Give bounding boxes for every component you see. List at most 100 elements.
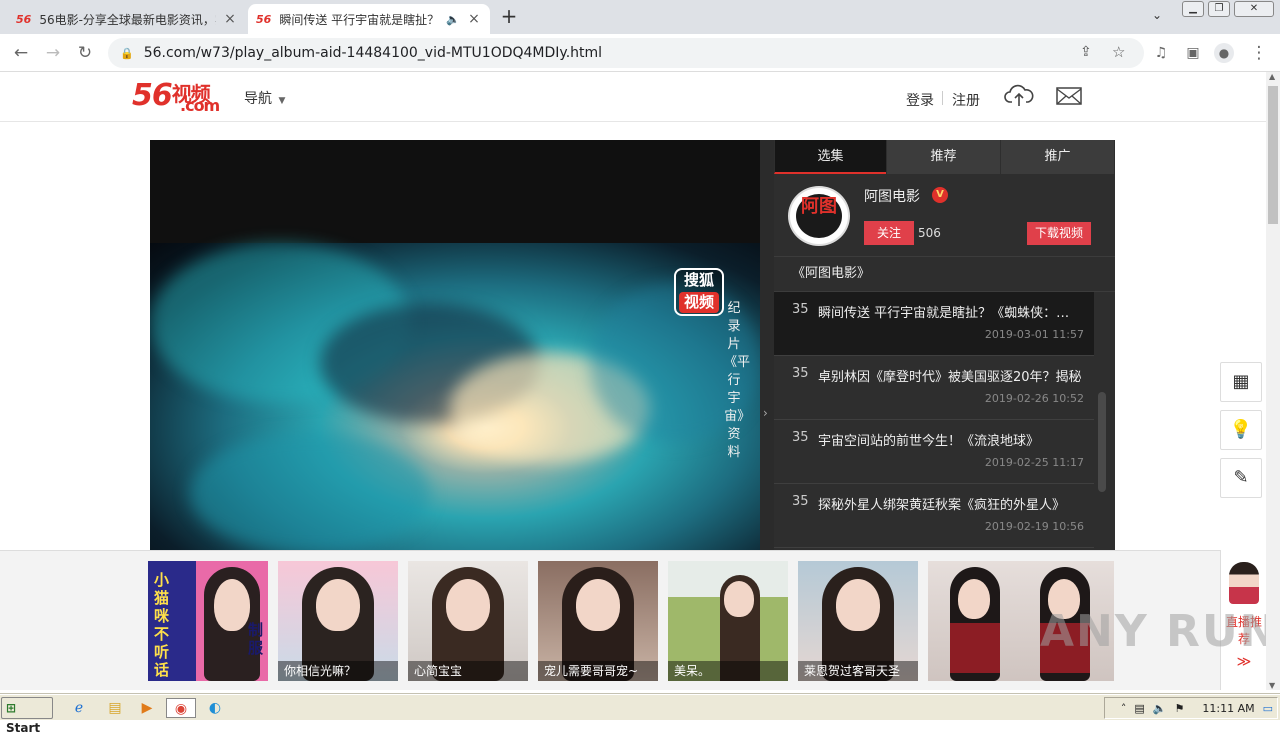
episode-item[interactable]: 35 卓别林因《摩登时代》被美国驱逐20年？揭秘 2019-02-26 10:5… — [774, 356, 1094, 420]
ad-tile[interactable]: 心简宝宝 — [408, 561, 528, 681]
ad-caption: 莱恩贺过客哥天圣 — [798, 661, 918, 681]
tray-expand-icon[interactable]: ˄ — [1121, 702, 1127, 715]
episode-title: 探秘外星人绑架黄廷秋案《疯狂的外星人》 — [818, 498, 1066, 513]
windows-logo-icon: ⊞ — [6, 701, 17, 715]
minimize-icon[interactable]: ▁ — [1182, 1, 1204, 17]
speaker-icon[interactable]: 🔈 — [446, 13, 460, 26]
browser-tab-active[interactable]: 56 瞬间传送 平行宇宙就是瞎扯？ 🔈 × — [248, 4, 490, 34]
scrollbar-thumb[interactable] — [1268, 86, 1278, 224]
media-player-icon[interactable]: ▶ — [136, 698, 158, 718]
volume-icon[interactable]: 🔈 — [1153, 702, 1167, 715]
restore-icon[interactable]: ❐ — [1208, 1, 1230, 17]
follow-button[interactable]: 关注 — [864, 221, 914, 245]
scroll-down-icon[interactable]: ▼ — [1269, 681, 1275, 690]
show-desktop-icon[interactable]: ▭ — [1263, 702, 1273, 715]
site-header: 56视频 .com 导航 ▼ 登录 注册 — [0, 72, 1266, 122]
nav-menu-button[interactable]: 导航 ▼ — [244, 88, 285, 108]
edge-icon[interactable]: ◐ — [204, 698, 226, 718]
site-logo[interactable]: 56视频 .com — [132, 78, 220, 115]
media-control-icon[interactable]: ♫ — [1150, 42, 1172, 64]
video-player[interactable]: 搜狐 视频 纪录片《平行宇宙》资料 — [150, 140, 760, 550]
flag-icon[interactable]: ⚑ — [1175, 702, 1185, 715]
start-button[interactable]: ⊞ Start — [1, 697, 53, 735]
anyrun-watermark: ANY RUN — [1040, 606, 1279, 657]
ad-tile[interactable]: 莱恩贺过客哥天圣 — [798, 561, 918, 681]
ad-tile[interactable]: 小猫咪不听话 制服 — [148, 561, 268, 681]
video-caption: 纪录片《平行宇宙》资料 — [724, 301, 751, 460]
tab-episodes[interactable]: 选集 — [774, 140, 886, 174]
tab-title: 瞬间传送 平行宇宙就是瞎扯？ — [279, 12, 440, 27]
new-tab-button[interactable]: + — [498, 6, 520, 28]
address-bar[interactable]: 🔒 56.com/w73/play_album-aid-14484100_vid… — [108, 38, 1144, 68]
profile-avatar-icon[interactable]: ● — [1214, 43, 1234, 63]
register-link[interactable]: 注册 — [952, 90, 980, 110]
site-favicon: 56 — [256, 12, 272, 26]
collapse-panel-button[interactable]: › — [760, 140, 774, 550]
episode-item[interactable]: 35 探秘外星人绑架黄廷秋案《疯狂的外星人》 2019-02-19 10:56 — [774, 484, 1094, 548]
ad-tile[interactable]: 宠儿需要哥哥宠~ — [538, 561, 658, 681]
video-frame[interactable] — [150, 243, 760, 550]
verified-v-icon: V — [932, 187, 948, 203]
share-icon[interactable]: ⇪ — [1080, 44, 1092, 60]
channel-avatar[interactable]: 阿图 — [788, 186, 850, 246]
playlist-scrollbar[interactable] — [1098, 392, 1106, 492]
ad-caption: 宠儿需要哥哥宠~ — [538, 661, 658, 681]
album-title[interactable]: 《阿图电影》 — [774, 256, 1115, 292]
network-icon[interactable]: ▤ — [1134, 702, 1144, 715]
forward-icon[interactable]: → — [42, 42, 64, 64]
clock[interactable]: 11:11 AM — [1202, 702, 1254, 715]
ad-caption: 美呆。 — [668, 661, 788, 681]
ad-caption: 心简宝宝 — [408, 661, 528, 681]
tab-search-icon[interactable]: ⌄ — [1152, 8, 1162, 22]
episode-play-count: 35 — [792, 430, 809, 445]
episode-item[interactable]: 35 瞬间传送 平行宇宙就是瞎扯？《蜘蛛侠：平行宇宙》 2019-03-01 1… — [774, 292, 1094, 356]
playlist-panel: 选集 推荐 推广 阿图 阿图电影 V 关注 506 下载视频 《阿图电影》 35… — [774, 140, 1115, 550]
back-icon[interactable]: ← — [10, 42, 32, 64]
channel-name[interactable]: 阿图电影 — [864, 186, 920, 206]
close-window-icon[interactable]: ✕ — [1234, 1, 1274, 17]
lightbulb-icon[interactable]: 💡 — [1220, 410, 1262, 450]
live-avatar — [1229, 562, 1259, 604]
download-video-button[interactable]: 下载视频 — [1027, 222, 1091, 245]
tab-recommend[interactable]: 推荐 — [886, 140, 1000, 174]
chevron-right-icon: › — [763, 406, 768, 420]
file-explorer-icon[interactable]: ▤ — [104, 698, 126, 718]
header-divider — [942, 91, 943, 105]
episode-date: 2019-02-25 11:17 — [984, 456, 1084, 469]
close-tab-icon[interactable]: × — [222, 11, 238, 27]
browser-tab[interactable]: 56 56电影-分享全球最新电影资讯，实时 × — [8, 4, 246, 34]
episode-date: 2019-03-01 11:57 — [984, 328, 1084, 341]
bookmark-star-icon[interactable]: ☆ — [1112, 43, 1125, 61]
episode-date: 2019-02-26 10:52 — [984, 392, 1084, 405]
episode-play-count: 35 — [792, 494, 809, 509]
episode-title: 卓别林因《摩登时代》被美国驱逐20年？揭秘 — [818, 370, 1082, 385]
lock-icon: 🔒 — [120, 46, 134, 60]
episode-title: 宇宙空间站的前世今生！《流浪地球》 — [818, 434, 1040, 449]
avatar-logo: 阿图 — [796, 194, 842, 238]
side-panel-icon[interactable]: ▣ — [1182, 42, 1204, 64]
url-text: 56.com/w73/play_album-aid-14484100_vid-M… — [143, 45, 603, 61]
browser-tab-strip: 56 56电影-分享全球最新电影资讯，实时 × 56 瞬间传送 平行宇宙就是瞎扯… — [0, 0, 1280, 34]
internet-explorer-icon[interactable]: ℯ — [68, 698, 90, 718]
browser-menu-icon[interactable]: ⋮ — [1248, 42, 1270, 64]
tab-promotion[interactable]: 推广 — [1000, 140, 1114, 174]
qr-code-icon[interactable]: ▦ — [1220, 362, 1262, 402]
page-scrollbar[interactable]: ▲ ▼ — [1266, 72, 1280, 690]
episode-item[interactable]: 35 宇宙空间站的前世今生！《流浪地球》 2019-02-25 11:17 — [774, 420, 1094, 484]
message-envelope-icon[interactable] — [1056, 86, 1082, 106]
login-link[interactable]: 登录 — [906, 90, 934, 110]
windows-taskbar: ⊞ Start ℯ ▤ ▶ ◉ ◐ ˄ ▤ 🔈 ⚑ 11:11 AM ▭ — [0, 694, 1280, 735]
upload-cloud-icon[interactable] — [1004, 82, 1034, 108]
system-tray: ˄ ▤ 🔈 ⚑ 11:11 AM ▭ — [1104, 697, 1278, 719]
close-tab-icon[interactable]: × — [466, 11, 482, 27]
feedback-edit-icon[interactable]: ✎ — [1220, 458, 1262, 498]
scroll-up-icon[interactable]: ▲ — [1269, 72, 1275, 81]
ad-tile[interactable]: 美呆。 — [668, 561, 788, 681]
ad-caption: 你相信光嘛？ — [278, 661, 398, 681]
episode-play-count: 35 — [792, 366, 809, 381]
ad-tile[interactable]: 你相信光嘛？ — [278, 561, 398, 681]
chrome-icon[interactable]: ◉ — [166, 698, 196, 718]
episode-date: 2019-02-19 10:56 — [984, 520, 1084, 533]
tab-title: 56电影-分享全球最新电影资讯，实时 — [39, 12, 216, 27]
reload-icon[interactable]: ↻ — [74, 42, 96, 64]
